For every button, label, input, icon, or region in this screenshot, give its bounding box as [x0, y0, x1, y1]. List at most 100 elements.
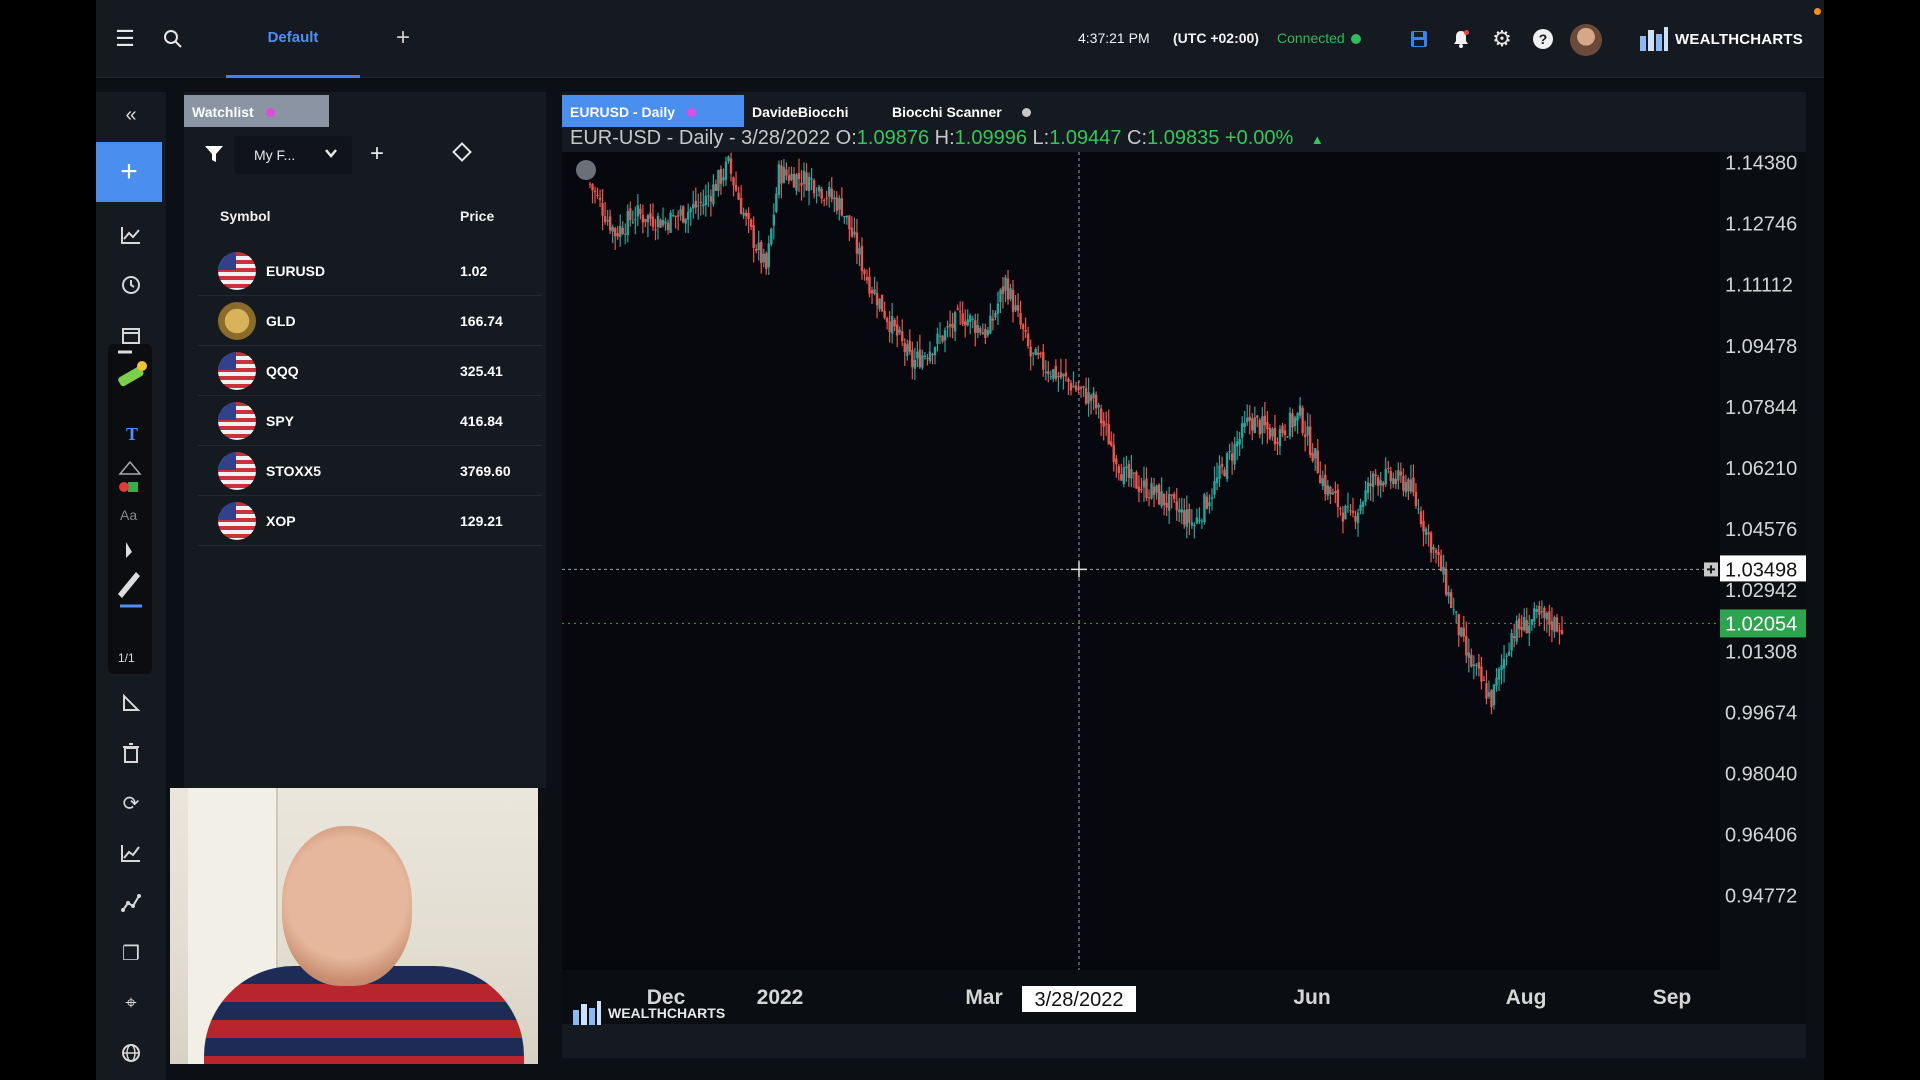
- candle-body: [853, 231, 856, 235]
- candle-body: [1437, 552, 1440, 556]
- candle-body: [1105, 423, 1108, 425]
- watchlist-select[interactable]: My F...: [234, 136, 352, 174]
- candle-body: [775, 193, 778, 212]
- watchlist-row[interactable]: EURUSD 1.02: [198, 246, 542, 296]
- watchlist-select-value: My F...: [254, 147, 296, 163]
- indicator-icon[interactable]: [116, 838, 146, 868]
- column-header-symbol[interactable]: Symbol: [220, 208, 271, 224]
- candle-body: [822, 199, 826, 201]
- tab-biocchi-scanner[interactable]: Biocchi Scanner: [884, 95, 1064, 127]
- candle-body: [719, 168, 723, 184]
- candle-body: [1112, 445, 1115, 463]
- candle-body: [1374, 474, 1377, 477]
- candle-body: [780, 165, 783, 184]
- candle-body: [654, 229, 657, 231]
- candle-body: [1067, 378, 1070, 382]
- candle-body: [1122, 467, 1126, 484]
- candle-body: [797, 173, 801, 180]
- watchlist-row[interactable]: SPY 416.84: [198, 396, 542, 446]
- candle-body: [1251, 418, 1254, 431]
- watchlist-row[interactable]: QQQ 325.41: [198, 346, 542, 396]
- watchlist-row[interactable]: XOP 129.21: [198, 496, 542, 546]
- candle-body: [1042, 352, 1045, 370]
- candle-body: [1394, 478, 1398, 484]
- candle-body: [1452, 609, 1455, 611]
- price-chart[interactable]: 1.14380 1.12746 1.11112 1.09478 1.07844 1.062…: [562, 152, 1806, 1024]
- candle-body: [679, 209, 682, 216]
- timezone[interactable]: (UTC +02:00): [1173, 30, 1259, 46]
- strategy-icon[interactable]: [116, 888, 146, 918]
- save-icon[interactable]: [1404, 24, 1434, 54]
- watermark-text: WEALTHCHARTS: [608, 1005, 726, 1021]
- candle-body: [923, 355, 927, 358]
- add-symbol-button[interactable]: +: [370, 140, 384, 168]
- candle-body: [1180, 509, 1183, 513]
- tab-eurusd-daily[interactable]: EURUSD - Daily: [562, 95, 744, 127]
- candle-body: [812, 180, 816, 194]
- candle-body: [707, 195, 710, 197]
- trash-icon[interactable]: [116, 738, 146, 768]
- svg-text:Aa: Aa: [120, 507, 137, 523]
- candle-body: [1188, 509, 1191, 523]
- candle-body: [629, 208, 632, 221]
- crosshair-icon[interactable]: ⌖: [116, 988, 146, 1018]
- candle-body: [644, 218, 647, 222]
- measure-icon[interactable]: [116, 688, 146, 718]
- svg-text:1/1: 1/1: [118, 651, 135, 665]
- candle-body: [1276, 441, 1279, 444]
- candle-body: [734, 184, 738, 191]
- candle-body: [1049, 376, 1053, 378]
- candle-body: [1016, 305, 1020, 311]
- candle-body: [1439, 555, 1443, 572]
- candle-body: [1218, 465, 1221, 479]
- candle-body: [1261, 416, 1264, 434]
- candle-body: [966, 319, 969, 326]
- eraser-icon[interactable]: [452, 142, 472, 168]
- candle-body: [626, 210, 629, 235]
- candle-body: [649, 212, 652, 219]
- add-layout-button[interactable]: +: [396, 24, 410, 52]
- candle-body: [971, 318, 974, 320]
- clock-icon[interactable]: [116, 270, 146, 300]
- candle-body: [835, 197, 838, 212]
- candle-body: [591, 184, 594, 191]
- refresh-icon[interactable]: ⟳: [116, 788, 146, 818]
- help-icon[interactable]: ?: [1528, 24, 1558, 54]
- menu-icon[interactable]: ☰: [110, 24, 140, 54]
- globe-icon[interactable]: [116, 1038, 146, 1068]
- gear-icon[interactable]: ⚙: [1487, 24, 1517, 54]
- column-header-price[interactable]: Price: [460, 208, 494, 224]
- candle-body: [757, 242, 760, 251]
- tab-davidebiocchi[interactable]: DavideBiocchi: [744, 95, 884, 127]
- candle-body: [1530, 619, 1533, 625]
- candle-body: [860, 245, 864, 271]
- filter-icon[interactable]: [204, 144, 224, 170]
- candle-body: [1548, 611, 1551, 625]
- candle-body: [1545, 612, 1549, 620]
- candle-body: [1296, 413, 1299, 421]
- crosshair-date-label: 3/28/2022: [1035, 989, 1124, 1011]
- candle-body: [669, 212, 672, 233]
- candle-body: [1052, 369, 1055, 379]
- chart-title: EUR-USD - Daily - 3/28/2022: [570, 127, 831, 149]
- search-icon[interactable]: [158, 24, 188, 54]
- bell-icon[interactable]: [1446, 24, 1476, 54]
- avatar[interactable]: [1570, 24, 1602, 56]
- tab-status-dot-icon: [1021, 108, 1031, 117]
- candle-body: [767, 243, 770, 268]
- candle-body: [969, 315, 972, 322]
- candle-body: [1558, 630, 1561, 632]
- candle-body: [1243, 422, 1246, 427]
- tab-watchlist[interactable]: Watchlist: [184, 95, 329, 127]
- watchlist-row[interactable]: GLD 166.74: [198, 296, 542, 346]
- candle-body: [908, 340, 912, 352]
- connection-dot-icon: [1350, 34, 1361, 44]
- candle-body: [1555, 617, 1559, 632]
- add-widget-button[interactable]: +: [96, 142, 162, 202]
- watchlist-row[interactable]: STOXX5 3769.60: [198, 446, 542, 496]
- chart-line-icon[interactable]: [116, 220, 146, 250]
- collapse-icon[interactable]: «: [116, 100, 146, 130]
- copy-icon[interactable]: ❐: [116, 938, 146, 968]
- layout-tab-default[interactable]: Default: [226, 0, 360, 78]
- candle-body: [878, 298, 881, 310]
